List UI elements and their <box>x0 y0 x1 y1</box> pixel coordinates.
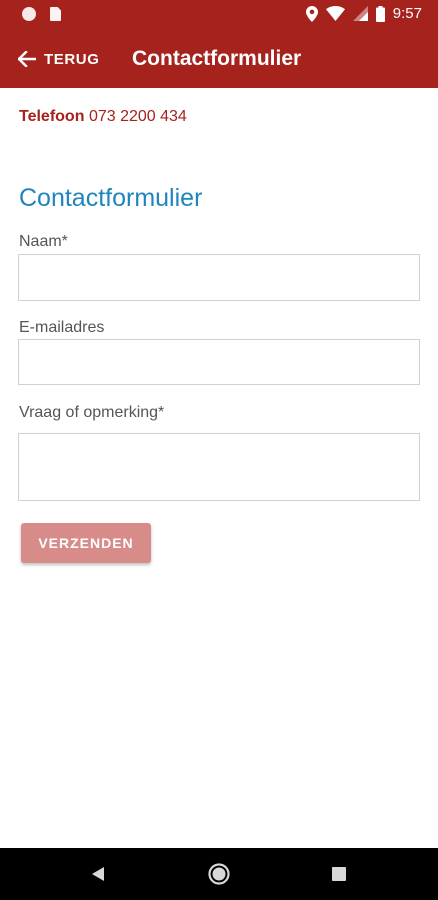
name-label: Naam* <box>19 233 68 250</box>
navigation-bar <box>0 848 438 900</box>
sd-card-icon <box>50 7 61 21</box>
phone-label: Telefoon <box>19 108 85 125</box>
wifi-icon <box>325 6 345 21</box>
form-title: Contactformulier <box>19 184 203 212</box>
location-icon <box>305 5 318 22</box>
status-right: 9:57 <box>305 5 422 22</box>
phone-line: Telefoon 073 2200 434 <box>19 108 187 126</box>
recents-square-icon <box>332 867 346 881</box>
status-left <box>22 7 61 21</box>
email-field[interactable] <box>18 339 420 385</box>
question-field[interactable] <box>18 433 420 501</box>
back-button[interactable]: TERUG <box>18 30 100 88</box>
nav-recents-button[interactable] <box>309 848 369 900</box>
submit-button[interactable]: VERZENDEN <box>21 523 151 563</box>
email-label: E-mailadres <box>19 319 105 336</box>
name-field[interactable] <box>18 254 420 301</box>
nav-back-button[interactable] <box>68 848 128 900</box>
screen: 9:57 TERUG Contactformulier Telefoon 073… <box>0 0 438 900</box>
page-title: Contactformulier <box>132 47 302 70</box>
arrow-left-icon <box>18 51 36 67</box>
home-circle-icon <box>208 863 230 885</box>
phone-number[interactable]: 073 2200 434 <box>89 108 187 125</box>
battery-icon <box>375 5 385 22</box>
status-time: 9:57 <box>392 5 422 22</box>
back-triangle-icon <box>92 867 104 881</box>
app-bar: TERUG Contactformulier <box>0 30 438 88</box>
notification-dot-icon <box>22 7 36 21</box>
nav-home-button[interactable] <box>189 848 249 900</box>
status-bar: 9:57 <box>0 0 438 30</box>
question-label: Vraag of opmerking* <box>19 404 165 421</box>
signal-icon <box>352 6 368 21</box>
back-button-label: TERUG <box>44 50 100 68</box>
